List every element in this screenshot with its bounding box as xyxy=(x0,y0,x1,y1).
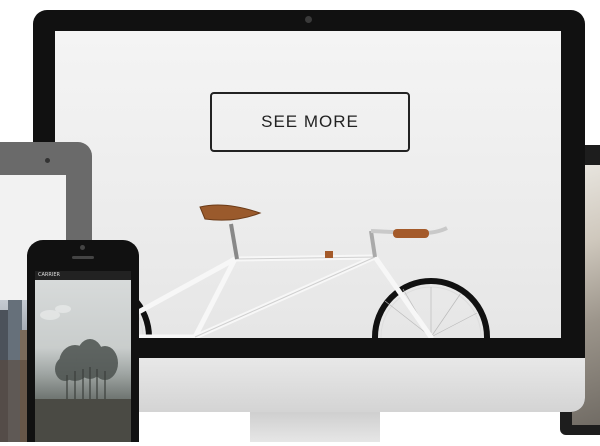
phone-screen xyxy=(35,271,131,442)
monitor-stand xyxy=(250,412,380,442)
see-more-button[interactable]: SEE MORE xyxy=(210,92,410,152)
phone-carrier-label: CARRIER xyxy=(38,272,60,278)
phone-speaker-icon xyxy=(72,256,94,259)
tree-illustration xyxy=(35,305,131,442)
tablet-camera-icon xyxy=(45,158,50,163)
phone-camera-icon xyxy=(80,245,85,250)
monitor-camera-icon xyxy=(305,16,312,23)
phone-status-bar: CARRIER xyxy=(35,271,131,280)
